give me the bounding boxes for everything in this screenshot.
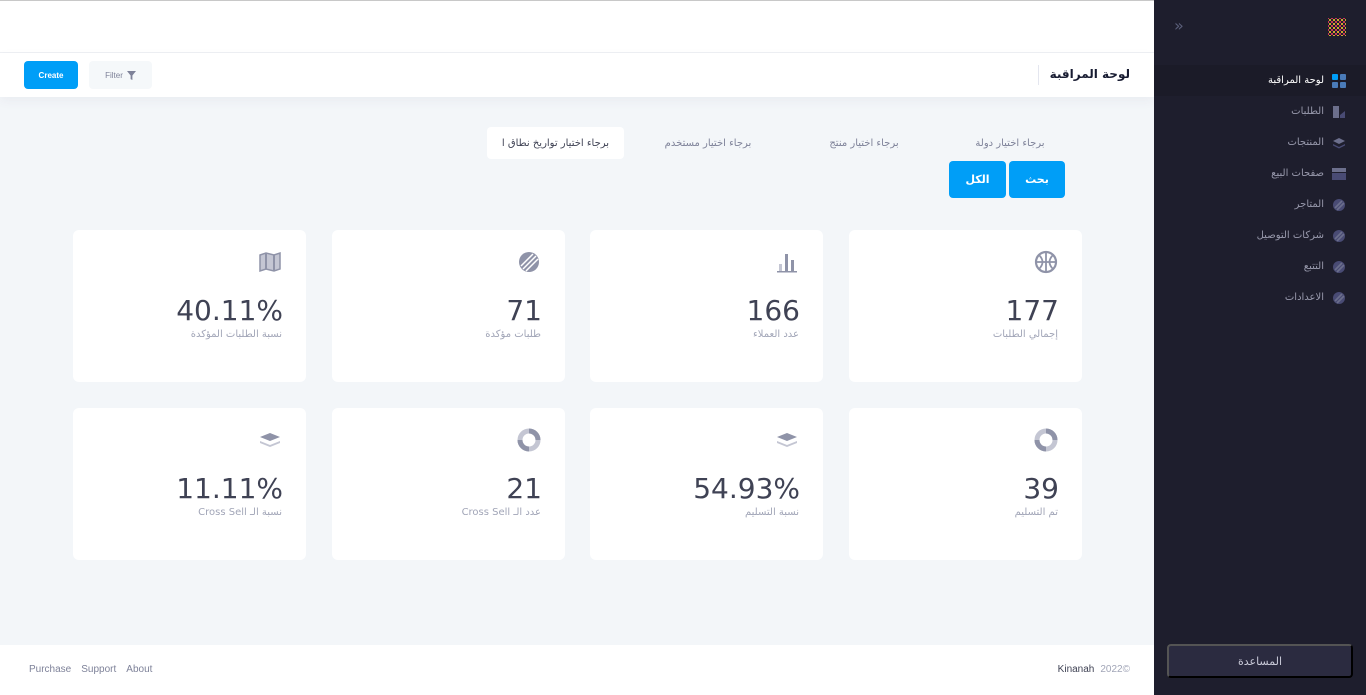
all-button[interactable]: الكل	[949, 161, 1006, 198]
sidebar-item-stores[interactable]: المتاجر	[1154, 189, 1366, 220]
toolbar: Create Filter لوحة المراقبة	[0, 53, 1154, 97]
sidebar-item-label: الاعدادات	[1284, 292, 1324, 303]
top-header	[0, 0, 1154, 53]
stat-label: نسبة الـ Cross Sell	[198, 507, 282, 518]
sidebar-item-shipping[interactable]: شركات التوصيل	[1154, 220, 1366, 251]
layers-icon	[1333, 137, 1345, 148]
stat-label: طلبات مؤكدة	[485, 329, 541, 340]
about-link[interactable]: About	[126, 664, 152, 675]
sidebar-item-settings[interactable]: الاعدادات	[1154, 282, 1366, 313]
sidebar: » لوحة المراقبة الطلبات المنتجات صفحات ا…	[1154, 0, 1366, 695]
lifebuoy-icon	[517, 428, 541, 452]
stat-value: 21	[506, 472, 542, 505]
sidebar-item-label: لوحة المراقبة	[1268, 75, 1324, 86]
sidebar-brand: »	[1154, 0, 1366, 53]
sidebar-menu: لوحة المراقبة الطلبات المنتجات صفحات الب…	[1154, 65, 1366, 313]
layers-icon	[777, 433, 797, 447]
stat-card-total-orders: 177 إجمالي الطلبات	[849, 230, 1082, 382]
stat-label: عدد العملاء	[753, 329, 799, 340]
stat-label: عدد الـ Cross Sell	[461, 507, 541, 518]
country-select[interactable]: برجاء اختيار دولة	[960, 127, 1060, 159]
stat-card-cross-sell-ratio: 11.11% نسبة الـ Cross Sell	[73, 408, 306, 560]
stat-value: 177	[1005, 294, 1059, 327]
title-separator	[1038, 65, 1039, 85]
basketball-icon	[1034, 250, 1058, 274]
dashboard-icon	[1332, 73, 1346, 88]
create-button[interactable]: Create	[24, 61, 78, 89]
stat-label: تم التسليم	[1014, 507, 1058, 518]
user-select[interactable]: برجاء اختيار مستخدم	[650, 127, 766, 159]
purchase-link[interactable]: Purchase	[29, 664, 71, 675]
sidebar-item-tracking[interactable]: التتبع	[1154, 251, 1366, 282]
help-button[interactable]: المساعدة	[1167, 644, 1353, 678]
stat-value: 71	[506, 294, 542, 327]
support-link[interactable]: Support	[81, 664, 116, 675]
layers-icon	[260, 433, 280, 447]
sidebar-item-label: الطلبات	[1291, 106, 1324, 117]
stat-value: 166	[746, 294, 800, 327]
stat-card-confirmed-orders: 71 طلبات مؤكدة	[332, 230, 565, 382]
sidebar-item-label: التتبع	[1303, 261, 1324, 272]
stat-value: 11.11%	[176, 472, 283, 505]
stat-label: نسبة الطلبات المؤكدة	[190, 329, 282, 340]
footer-links: Purchase Support About	[29, 664, 152, 675]
orders-icon	[1333, 105, 1345, 118]
sidebar-item-label: المتاجر	[1294, 199, 1324, 210]
footer: Purchase Support About Kinanah 2022©	[0, 645, 1154, 695]
shipping-icon	[1333, 229, 1345, 242]
stat-card-confirmed-ratio: 40.11% نسبة الطلبات المؤكدة	[73, 230, 306, 382]
date-range-input[interactable]: برجاء اختيار تواريخ نطاق ا	[487, 127, 624, 159]
copyright: Kinanah 2022©	[1058, 664, 1130, 675]
stat-value: 54.93%	[693, 472, 800, 505]
stat-label: إجمالي الطلبات	[992, 329, 1058, 340]
sidebar-item-products[interactable]: المنتجات	[1154, 127, 1366, 158]
logo	[1328, 18, 1346, 36]
stores-icon	[1333, 198, 1345, 211]
stat-value: 39	[1023, 472, 1059, 505]
stat-card-delivered: 39 تم التسليم	[849, 408, 1082, 560]
sidebar-item-label: المنتجات	[1287, 137, 1324, 148]
sidebar-item-dashboard[interactable]: لوحة المراقبة	[1154, 65, 1366, 96]
filter-button[interactable]: Filter	[89, 61, 152, 89]
sidebar-item-sales-pages[interactable]: صفحات البيع	[1154, 158, 1366, 189]
layout-icon	[1332, 167, 1346, 180]
stat-value: 40.11%	[176, 294, 283, 327]
stat-card-delivery-ratio: 54.93% نسبة التسليم	[590, 408, 823, 560]
stat-card-cross-sell-count: 21 عدد الـ Cross Sell	[332, 408, 565, 560]
stat-card-customers: 166 عدد العملاء	[590, 230, 823, 382]
sidebar-toggle-icon[interactable]: »	[1174, 16, 1184, 35]
stat-label: نسبة التسليم	[744, 507, 799, 518]
brand-link[interactable]: Kinanah	[1058, 664, 1095, 675]
copyright-year: 2022©	[1100, 664, 1130, 675]
lifebuoy-icon	[1034, 428, 1058, 452]
filter-icon	[126, 70, 136, 80]
bar-chart-icon	[777, 254, 797, 273]
map-icon	[259, 251, 281, 273]
sidebar-item-label: شركات التوصيل	[1256, 230, 1324, 241]
sidebar-item-orders[interactable]: الطلبات	[1154, 96, 1366, 127]
tracking-icon	[1333, 260, 1345, 273]
filter-label: Filter	[105, 70, 123, 80]
settings-icon	[1333, 291, 1345, 304]
sidebar-item-label: صفحات البيع	[1271, 168, 1324, 179]
product-select[interactable]: برجاء اختيار منتج	[812, 127, 916, 159]
page-title: لوحة المراقبة	[1049, 67, 1130, 81]
search-button[interactable]: بحث	[1009, 161, 1065, 198]
globe-stripes-icon	[519, 252, 539, 272]
